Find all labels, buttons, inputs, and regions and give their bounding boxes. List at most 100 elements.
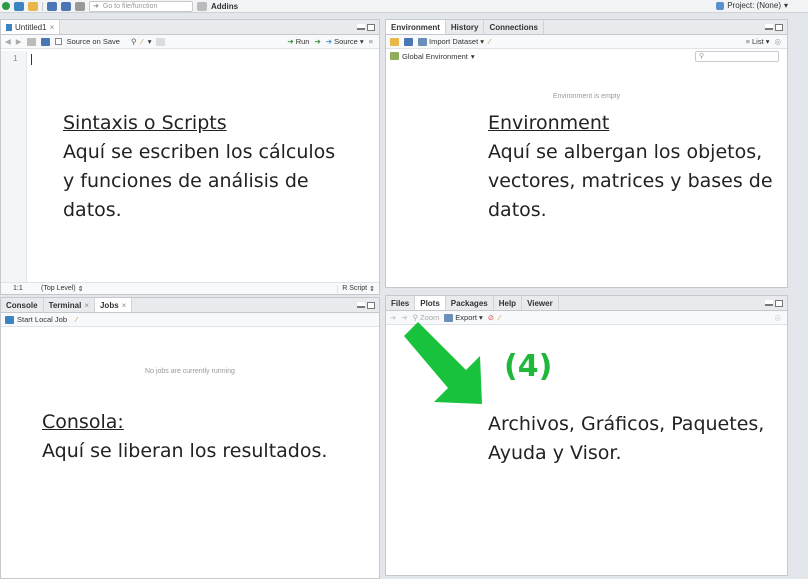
zoom-label: Zoom <box>420 313 440 322</box>
zoom-icon: ⚲ <box>412 313 419 322</box>
annotation-line: datos. <box>63 199 122 221</box>
save-icon[interactable] <box>40 37 50 46</box>
source-pane: Untitled1 × ◀ ▶ Source on Save ⚲ ⁄ ▾ ➔ R… <box>0 19 380 295</box>
export-label: Export <box>455 313 477 322</box>
chevron-down-icon: ▾ <box>470 51 475 61</box>
refresh-icon[interactable]: ◎ <box>774 313 781 322</box>
source-button[interactable]: ➔ Source ▾ <box>326 37 364 46</box>
text-cursor <box>31 54 32 65</box>
environment-scope-bar: Global Environment ▾ ⚲ <box>386 49 787 63</box>
global-environment-selector[interactable]: Global Environment ▾ <box>390 52 475 61</box>
broom-icon[interactable]: ⁄ <box>489 37 490 46</box>
tab-untitled1[interactable]: Untitled1 × <box>1 20 61 34</box>
broom-icon[interactable]: ⁄ <box>76 315 77 324</box>
source-label: Source <box>334 37 358 46</box>
minimize-icon[interactable] <box>765 24 773 30</box>
chevron-down-icon[interactable]: ▾ <box>148 37 152 46</box>
addins-menu[interactable]: Addins <box>211 2 238 11</box>
annotation-line: Aquí se liberan los resultados. <box>42 440 328 462</box>
source-on-save-label: Source on Save <box>66 37 120 46</box>
import-dataset-button[interactable]: Import Dataset ▾ <box>418 37 484 46</box>
tab-packages[interactable]: Packages <box>446 296 494 310</box>
new-project-icon[interactable] <box>14 1 24 11</box>
source-on-save-checkbox[interactable] <box>54 38 62 45</box>
empty-message: No jobs are currently running <box>145 368 235 375</box>
tab-plots[interactable]: Plots <box>415 296 446 310</box>
tab-jobs[interactable]: Jobs × <box>94 298 133 312</box>
tab-history[interactable]: History <box>446 20 485 34</box>
minimize-icon[interactable] <box>765 300 773 306</box>
close-icon[interactable]: × <box>122 301 127 310</box>
chevron-down-icon: ▾ <box>478 313 483 322</box>
back-arrow-icon[interactable]: ➜ <box>390 313 396 322</box>
maximize-icon[interactable] <box>775 24 783 31</box>
window-controls <box>357 302 375 309</box>
back-arrow-icon[interactable]: ◀ <box>5 37 11 46</box>
minimize-icon[interactable] <box>357 24 365 30</box>
run-button[interactable]: ➔ Run <box>287 37 309 46</box>
arrow-right-icon: ➜ <box>93 3 99 10</box>
maximize-icon[interactable] <box>775 300 783 307</box>
tab-viewer[interactable]: Viewer <box>522 296 559 310</box>
magic-wand-icon[interactable]: ⁄ <box>141 37 142 46</box>
annotation-line: Aquí se albergan los objetos, <box>488 141 763 163</box>
annotation-line: y funciones de análisis de <box>63 170 309 192</box>
tab-console[interactable]: Console <box>1 298 44 312</box>
compile-report-icon[interactable] <box>156 37 166 46</box>
environment-toolbar: Import Dataset ▾ ⁄ ≡ List ▾ ◎ <box>386 35 787 49</box>
window-controls <box>765 24 783 31</box>
refresh-icon[interactable]: ◎ <box>774 37 781 46</box>
minimize-icon[interactable] <box>357 302 365 308</box>
editor-statusbar: 1:1 (Top Level) ⇕ R Script ⇕ <box>1 282 379 294</box>
maximize-icon[interactable] <box>367 24 375 31</box>
close-icon[interactable]: × <box>50 23 55 32</box>
search-icon[interactable]: ⚲ <box>131 37 137 46</box>
empty-message: Environment is empty <box>552 93 621 100</box>
start-job-icon <box>5 315 14 324</box>
tab-help[interactable]: Help <box>494 296 523 310</box>
tab-files[interactable]: Files <box>386 296 416 310</box>
outline-icon[interactable]: ≡ <box>369 37 373 46</box>
annotation-line: Aquí se escriben los cálculos <box>63 141 336 163</box>
rerun-icon[interactable]: ➔ <box>314 37 320 46</box>
save-icon[interactable] <box>47 1 57 11</box>
search-icon: ⚲ <box>699 52 705 60</box>
main-toolbar: ➜ Go to file/function Addins Project: (N… <box>0 0 808 13</box>
source-toolbar: ◀ ▶ Source on Save ⚲ ⁄ ▾ ➔ Run ➔ ➔ Sourc… <box>1 35 379 49</box>
open-folder-icon[interactable] <box>390 37 399 46</box>
forward-arrow-icon[interactable]: ➜ <box>401 313 407 322</box>
chevron-down-icon: ▾ <box>480 37 484 46</box>
arrow-shape <box>404 322 482 404</box>
export-button[interactable]: Export ▾ <box>444 313 483 322</box>
save-icon[interactable] <box>404 37 413 46</box>
console-tabbar: Console Terminal × Jobs × <box>1 298 379 313</box>
green-arrow-icon <box>404 322 482 404</box>
save-all-icon[interactable] <box>61 1 71 11</box>
broom-icon[interactable]: ⁄ <box>499 313 500 322</box>
environment-search-input[interactable]: ⚲ <box>695 50 779 62</box>
list-view-button[interactable]: ≡ List ▾ <box>746 37 770 46</box>
tab-label: Terminal <box>48 300 82 310</box>
tab-terminal[interactable]: Terminal × <box>44 298 95 312</box>
tab-label: Jobs <box>99 300 119 310</box>
close-icon[interactable]: × <box>84 301 89 310</box>
scope-selector[interactable]: (Top Level) ⇕ <box>41 285 84 293</box>
environment-icon <box>390 52 399 60</box>
remove-plot-icon[interactable]: ⊘ <box>488 313 494 322</box>
maximize-icon[interactable] <box>367 302 375 309</box>
zoom-button[interactable]: ⚲ Zoom <box>413 313 440 322</box>
forward-arrow-icon[interactable]: ▶ <box>16 37 22 46</box>
source-annotation: Sintaxis o Scripts Aquí se escriben los … <box>63 109 335 225</box>
file-type-selector[interactable]: R Script ⇕ <box>337 284 375 293</box>
tab-connections[interactable]: Connections <box>484 20 544 34</box>
goto-file-input[interactable]: ➜ Go to file/function <box>89 0 193 12</box>
project-menu[interactable]: Project: (None) ▾ <box>716 1 788 10</box>
grid-layout-icon[interactable] <box>197 1 207 11</box>
start-local-job-button[interactable]: Start Local Job <box>5 315 67 324</box>
tab-environment[interactable]: Environment <box>386 20 446 34</box>
new-file-icon[interactable] <box>2 2 10 10</box>
show-in-window-icon[interactable] <box>26 37 36 46</box>
print-icon[interactable] <box>75 1 85 11</box>
run-label: Run <box>295 37 310 46</box>
open-folder-icon[interactable] <box>28 1 38 11</box>
